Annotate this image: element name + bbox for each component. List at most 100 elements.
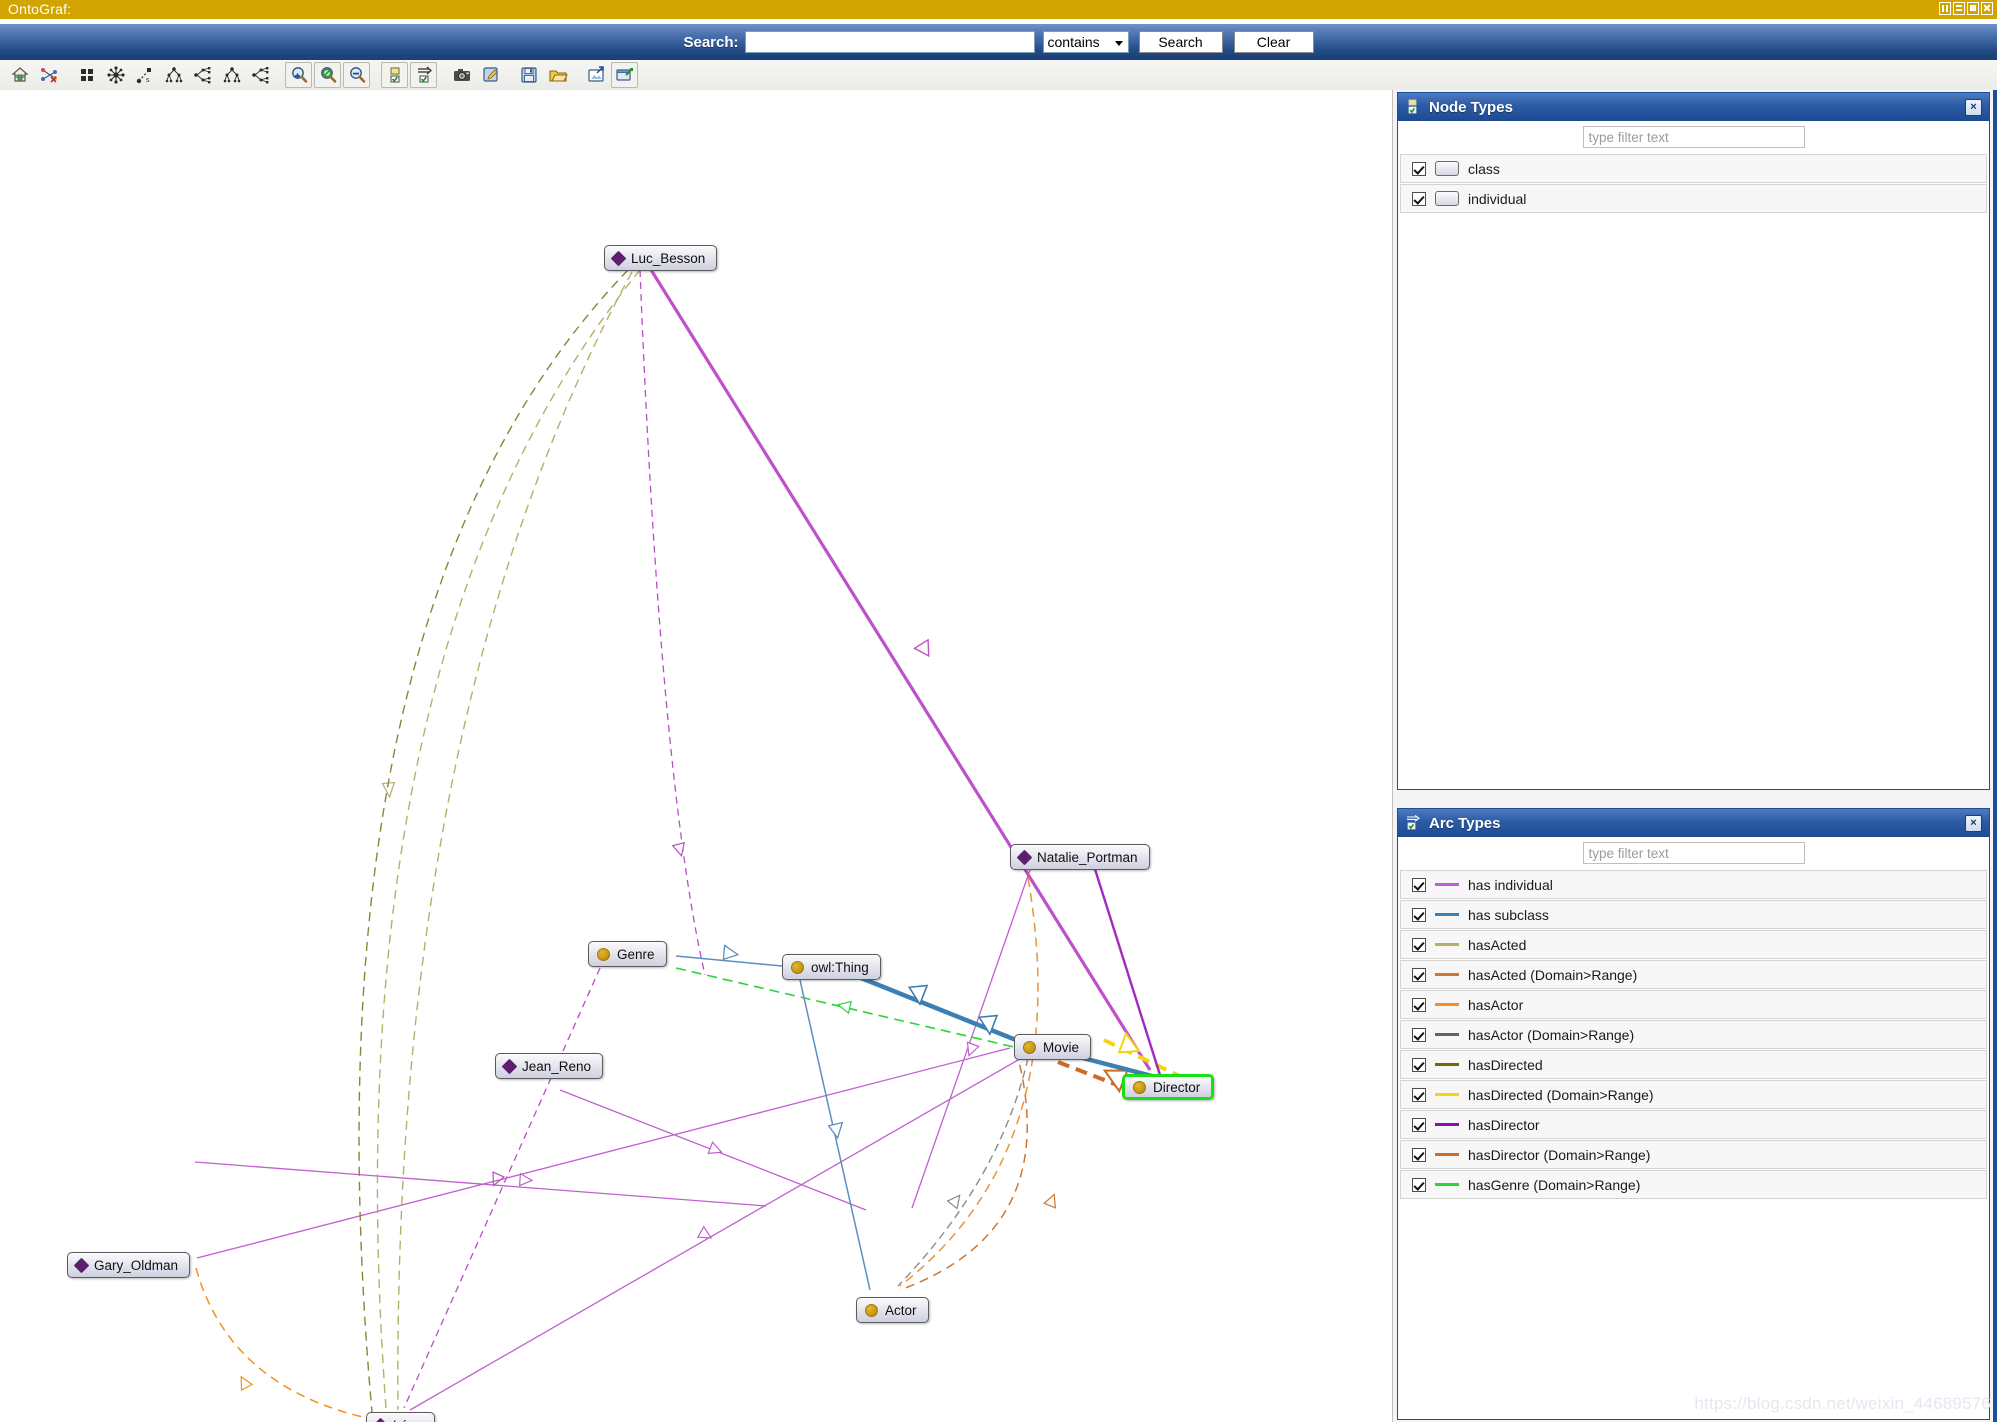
checkbox-icon[interactable] (1412, 1057, 1426, 1072)
tree-vertical-layout-icon[interactable] (160, 62, 187, 88)
arc-types-filter-row: type filter text (1398, 837, 1989, 869)
snapshot-icon[interactable] (448, 62, 475, 88)
arc-types-close-icon[interactable]: × (1965, 815, 1982, 832)
arc-type-row[interactable]: hasActed (Domain>Range) (1400, 960, 1987, 989)
arc-type-row[interactable]: hasActor (Domain>Range) (1400, 1020, 1987, 1049)
minimize-icon[interactable] (1953, 2, 1965, 15)
arc-type-label: hasDirected (Domain>Range) (1468, 1086, 1654, 1103)
checkbox-icon[interactable] (1412, 937, 1426, 952)
arc-type-row[interactable]: hasGenre (Domain>Range) (1400, 1170, 1987, 1199)
checkbox-icon[interactable] (1412, 967, 1426, 982)
tree-horizontal-layout-icon[interactable] (189, 62, 216, 88)
maximize-icon[interactable] (1967, 2, 1979, 15)
arc-type-row[interactable]: hasDirector (Domain>Range) (1400, 1140, 1987, 1169)
node-types-toggle-icon[interactable] (381, 62, 408, 88)
arc-types-filter-input[interactable]: type filter text (1582, 842, 1805, 864)
toolbar-group-export (581, 62, 639, 88)
checkbox-icon[interactable] (1412, 1147, 1426, 1162)
node-label: Gary_Oldman (94, 1257, 179, 1273)
arc-type-row[interactable]: hasDirected (1400, 1050, 1987, 1079)
search-mode-value: contains (1047, 34, 1100, 50)
graph-node-jean-reno[interactable]: Jean_Reno (495, 1053, 604, 1079)
search-button[interactable]: Search (1138, 31, 1223, 53)
search-mode-select[interactable]: contains (1042, 31, 1129, 53)
arc-color-swatch (1435, 1003, 1459, 1006)
checkbox-icon[interactable] (1412, 997, 1426, 1012)
open-icon[interactable] (544, 62, 571, 88)
graph-node-director[interactable]: Director (1122, 1074, 1215, 1100)
node-types-close-icon[interactable]: × (1965, 99, 1982, 116)
graph-node-genre[interactable]: Genre (588, 941, 667, 967)
node-label: Luc_Besson (631, 250, 706, 266)
svg-text:s: s (146, 77, 150, 84)
node-label: Genre (617, 946, 655, 962)
chevron-down-icon (1114, 41, 1123, 46)
clear-graph-icon[interactable] (35, 62, 62, 88)
edit-icon[interactable] (477, 62, 504, 88)
node-types-panel-header: Node Types × (1398, 93, 1989, 121)
node-types-list: class individual (1398, 154, 1989, 217)
grid-layout-icon[interactable] (73, 62, 100, 88)
new-window-icon[interactable] (611, 62, 638, 88)
checkbox-icon[interactable] (1412, 161, 1426, 176)
clear-button[interactable]: Clear (1233, 31, 1314, 53)
node-label: Actor (885, 1302, 917, 1318)
checkbox-icon[interactable] (1412, 1177, 1426, 1192)
save-icon[interactable] (515, 62, 542, 88)
node-label: Natalie_Portman (1037, 849, 1138, 865)
graph-node-gary-oldman[interactable]: Gary_Oldman (67, 1252, 191, 1278)
graph-node-actor[interactable]: Actor (856, 1297, 929, 1323)
toolbar-group-capture (447, 62, 505, 88)
radial-layout-icon[interactable] (102, 62, 129, 88)
individual-diamond-icon (372, 1417, 389, 1422)
checkbox-icon[interactable] (1412, 1117, 1426, 1132)
close-icon[interactable] (1981, 2, 1993, 15)
arc-type-label: hasGenre (Domain>Range) (1468, 1176, 1641, 1193)
arc-type-row[interactable]: has individual (1400, 870, 1987, 899)
search-input[interactable] (744, 31, 1035, 53)
tree-horizontal-compact-icon[interactable] (247, 62, 274, 88)
panel-scrollbar[interactable] (1993, 90, 1997, 1422)
graph-canvas[interactable]: Luc_Besson Natalie_Portman Genre owl:Thi… (0, 90, 1393, 1422)
arc-types-toggle-icon[interactable] (410, 62, 437, 88)
zoom-out-icon[interactable] (343, 62, 370, 88)
tree-vertical-compact-icon[interactable] (218, 62, 245, 88)
node-types-panel-title: Node Types (1429, 98, 1513, 116)
arc-type-row[interactable]: hasActed (1400, 930, 1987, 959)
spring-layout-icon[interactable]: s (131, 62, 158, 88)
checkbox-icon[interactable] (1412, 1087, 1426, 1102)
graph-node-owl-thing[interactable]: owl:Thing (782, 954, 881, 980)
zoom-reset-icon[interactable] (314, 62, 341, 88)
checkbox-icon[interactable] (1412, 191, 1426, 206)
graph-node-movie[interactable]: Movie (1014, 1034, 1092, 1060)
arc-type-row[interactable]: hasActor (1400, 990, 1987, 1019)
class-circle-icon (1023, 1040, 1036, 1054)
checkbox-icon[interactable] (1412, 907, 1426, 922)
graph-node-natalie-portman[interactable]: Natalie_Portman (1010, 844, 1150, 870)
search-bar: Search: contains Search Clear (0, 24, 1997, 60)
restore-icon[interactable] (1939, 2, 1951, 15)
toolbar-group-zoom (284, 62, 371, 88)
graph-node-luc-besson[interactable]: Luc_Besson (604, 245, 718, 271)
arc-types-panel-title: Arc Types (1429, 814, 1501, 832)
arc-type-row[interactable]: hasDirected (Domain>Range) (1400, 1080, 1987, 1109)
arc-color-swatch (1435, 913, 1459, 916)
watermark-text: https://blog.csdn.net/weixin_44689576 (1694, 1394, 1991, 1413)
checkbox-icon[interactable] (1412, 1027, 1426, 1042)
graph-node-leon[interactable]: Léon (366, 1412, 436, 1422)
arc-color-swatch (1435, 1063, 1459, 1066)
arc-types-panel: Arc Types × type filter text has individ… (1397, 808, 1990, 1420)
class-circle-icon (597, 947, 610, 961)
home-icon[interactable] (6, 62, 33, 88)
export-image-icon[interactable] (582, 62, 609, 88)
node-types-filter-input[interactable]: type filter text (1582, 126, 1805, 148)
node-type-row-class[interactable]: class (1400, 154, 1987, 183)
checkbox-icon[interactable] (1412, 877, 1426, 892)
arc-type-row[interactable]: hasDirector (1400, 1110, 1987, 1139)
arc-type-label: hasActor (Domain>Range) (1468, 1026, 1635, 1043)
arc-type-row[interactable]: has subclass (1400, 900, 1987, 929)
arc-type-label: hasDirector (Domain>Range) (1468, 1146, 1651, 1163)
zoom-in-icon[interactable] (285, 62, 312, 88)
arc-types-panel-header: Arc Types × (1398, 809, 1989, 837)
node-type-row-individual[interactable]: individual (1400, 184, 1987, 213)
